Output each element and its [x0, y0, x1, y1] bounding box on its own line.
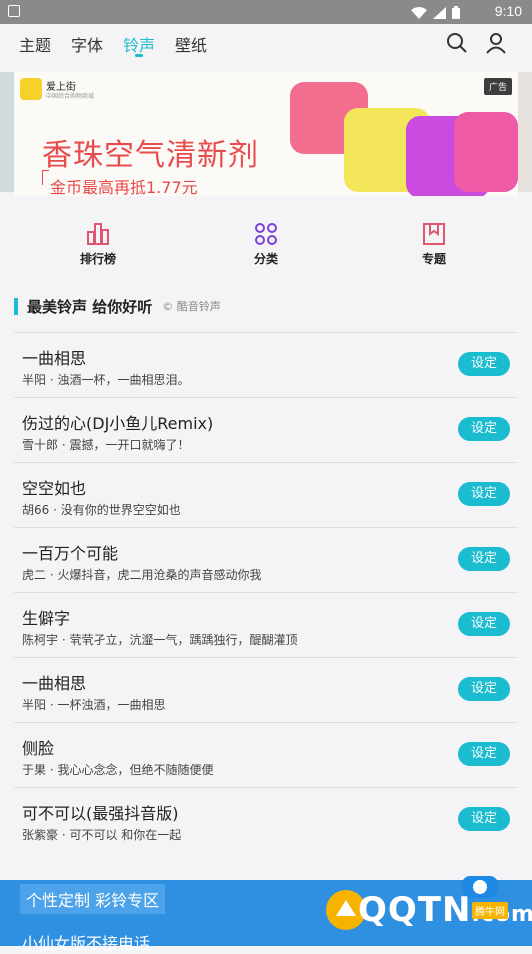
banner-bracket — [42, 170, 49, 185]
ringtone-list: 一曲相思 半阳 · 浊酒一杯，一曲相思泪。 设定 伤过的心(DJ小鱼儿Remix… — [14, 332, 518, 852]
ad-banner[interactable]: 爱上街 中国综合购物商城 香珠空气清新剂 金币最高再抵1.77元 广告 — [14, 72, 518, 196]
ringtone-subtitle: 半阳 · 一杯浊酒，一曲相思 — [22, 698, 166, 712]
ringtone-title: 伤过的心(DJ小鱼儿Remix) — [22, 414, 214, 433]
list-item[interactable]: 一曲相思 半阳 · 一杯浊酒，一曲相思 设定 — [14, 657, 518, 722]
promo-custom-ringback[interactable]: 个性定制 彩铃专区 — [20, 884, 166, 914]
clock: 9:10 — [494, 3, 522, 19]
quick-category-label: 分类 — [253, 252, 278, 266]
banner-next-peek — [518, 72, 532, 192]
tab-theme[interactable]: 主题 — [19, 32, 51, 56]
quick-entries: 排行榜 分类 专题 — [0, 208, 532, 278]
bookmark-icon — [423, 223, 445, 245]
set-ringtone-button[interactable]: 设定 — [458, 352, 510, 376]
status-icons — [411, 6, 460, 19]
site-watermark: QQTN.com 腾牛网 — [322, 868, 532, 946]
user-icon[interactable] — [486, 32, 506, 54]
banner-prev-peek — [0, 72, 14, 192]
ringtone-title: 空空如也 — [22, 479, 87, 498]
set-ringtone-button[interactable]: 设定 — [458, 677, 510, 701]
category-icon — [255, 223, 277, 245]
signal-icon — [433, 6, 446, 19]
list-item[interactable]: 一百万个可能 虎二 · 火爆抖音，虎二用沧桑的声音感动你我 设定 — [14, 527, 518, 592]
set-ringtone-button[interactable]: 设定 — [458, 807, 510, 831]
section-title: 最美铃声 给你好听 — [27, 297, 153, 316]
quick-category[interactable]: 分类 — [226, 222, 306, 267]
set-ringtone-button[interactable]: 设定 — [458, 612, 510, 636]
ringtone-subtitle: 张紫豪 · 可不可以 和你在一起 — [22, 828, 182, 842]
quick-ranking[interactable]: 排行榜 — [58, 222, 138, 267]
promo-second-line[interactable]: 小仙女版不接电话 — [22, 930, 150, 954]
tab-wallpaper[interactable]: 壁纸 — [175, 32, 207, 56]
list-item[interactable]: 伤过的心(DJ小鱼儿Remix) 雪十郎 · 震撼，一开口就嗨了！ 设定 — [14, 397, 518, 462]
quick-ranking-label: 排行榜 — [79, 252, 116, 266]
banner-brand-sub: 中国综合购物商城 — [46, 93, 95, 100]
quick-topic-label: 专题 — [421, 252, 446, 266]
battery-icon — [452, 6, 460, 19]
wifi-icon — [411, 6, 427, 19]
set-ringtone-button[interactable]: 设定 — [458, 547, 510, 571]
ringtone-subtitle: 胡66 · 没有你的世界空空如也 — [22, 503, 181, 517]
ad-tag: 广告 — [484, 78, 513, 95]
ringtone-title: 一曲相思 — [22, 674, 87, 693]
list-item[interactable]: 空空如也 胡66 · 没有你的世界空空如也 设定 — [14, 462, 518, 527]
ringtone-subtitle: 雪十郎 · 震撼，一开口就嗨了！ — [22, 438, 190, 452]
list-item[interactable]: 可不可以(最强抖音版) 张紫豪 · 可不可以 和你在一起 设定 — [14, 787, 518, 852]
list-item[interactable]: 生僻字 陈柯宇 · 茕茕孑立，沆瀣一气，踽踽独行，醍醐灌顶 设定 — [14, 592, 518, 657]
tab-font[interactable]: 字体 — [71, 32, 103, 56]
banner-headline: 香珠空气清新剂 — [42, 138, 259, 173]
ringtone-subtitle: 虎二 · 火爆抖音，虎二用沧桑的声音感动你我 — [22, 568, 262, 582]
ringtone-title: 一曲相思 — [22, 349, 87, 368]
banner-subline: 金币最高再抵1.77元 — [50, 178, 198, 196]
product-jar-pink — [454, 112, 518, 192]
list-item[interactable]: 侧脸 于果 · 我心心念念，但绝不随随便便 设定 — [14, 722, 518, 787]
ringtone-title: 侧脸 — [22, 739, 55, 758]
ringtone-title: 可不可以(最强抖音版) — [22, 804, 179, 823]
set-ringtone-button[interactable]: 设定 — [458, 482, 510, 506]
search-icon[interactable] — [446, 32, 468, 54]
tab-ringtone[interactable]: 铃声 — [123, 32, 155, 56]
section-copyright: © 酷音铃声 — [162, 300, 221, 313]
ringtone-subtitle: 于果 · 我心心念念，但绝不随随便便 — [22, 763, 214, 777]
watermark-cn: 腾牛网 — [472, 902, 508, 919]
ringtone-title: 一百万个可能 — [22, 544, 119, 563]
ringtone-subtitle: 半阳 · 浊酒一杯，一曲相思泪。 — [22, 373, 190, 387]
brand-logo-icon — [20, 78, 42, 100]
section-header: 最美铃声 给你好听 © 酷音铃声 — [14, 296, 221, 316]
top-nav: 主题 字体 铃声 壁纸 — [0, 24, 532, 64]
app-notification-icon — [8, 5, 20, 17]
set-ringtone-button[interactable]: 设定 — [458, 417, 510, 441]
ringtone-subtitle: 陈柯宇 · 茕茕孑立，沆瀣一气，踽踽独行，醍醐灌顶 — [22, 633, 298, 647]
list-item[interactable]: 一曲相思 半阳 · 浊酒一杯，一曲相思泪。 设定 — [14, 332, 518, 397]
chart-icon — [87, 223, 109, 245]
ringtone-title: 生僻字 — [22, 609, 71, 628]
quick-topic[interactable]: 专题 — [394, 222, 474, 267]
section-accent-bar — [14, 297, 18, 315]
set-ringtone-button[interactable]: 设定 — [458, 742, 510, 766]
status-bar: 9:10 — [0, 0, 532, 24]
active-tab-indicator — [135, 54, 143, 57]
